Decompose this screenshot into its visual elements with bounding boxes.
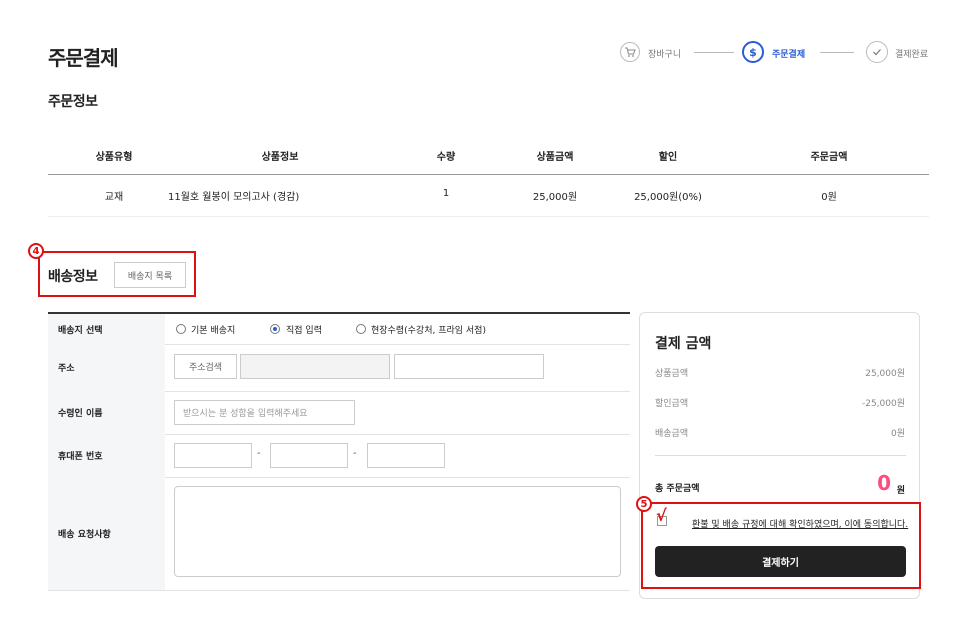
- phone-label: 휴대폰 번호: [48, 434, 165, 477]
- row-price: 25,000원: [532, 192, 578, 203]
- phone-field-1[interactable]: [174, 443, 252, 468]
- address-row: 주소 주소검색: [48, 344, 630, 392]
- phone-separator: -: [257, 448, 261, 459]
- request-row: 배송 요청사항: [48, 477, 630, 591]
- payment-divider: [655, 455, 906, 456]
- header-quantity: 수량: [436, 152, 456, 163]
- order-info-title: 주문정보: [48, 94, 98, 110]
- radio-pickup[interactable]: [356, 324, 366, 334]
- header-order-amount: 주문금액: [810, 152, 848, 163]
- check-icon: [866, 41, 888, 63]
- header-product-type: 상품유형: [95, 152, 133, 163]
- recipient-name-input[interactable]: 받으시는 분 성함을 입력해주세요: [174, 400, 355, 425]
- total-amount-label: 총 주문금액: [655, 484, 700, 494]
- payment-agree-highlight: [641, 502, 921, 589]
- row-quantity: 1: [442, 188, 450, 199]
- recipient-row: 수령인 이름 받으시는 분 성함을 입력해주세요: [48, 391, 630, 435]
- shipping-title: 배송정보: [48, 269, 98, 285]
- address-label: 주소: [48, 344, 165, 391]
- payment-title: 결제 금액: [655, 336, 712, 352]
- shipping-select-label: 배송지 선택: [48, 314, 165, 344]
- order-table-header: 상품유형 상품정보 수량 상품금액 할인 주문금액: [48, 138, 929, 175]
- row-product-type: 교재: [104, 192, 124, 203]
- step-cart-label: 장바구니: [648, 50, 682, 60]
- row-order-amount: 0원: [821, 192, 837, 203]
- shipping-amount-value: 0원: [890, 429, 905, 439]
- step-payment-label: 주문결제: [772, 50, 806, 60]
- shipping-select-row: 배송지 선택 기본 배송지 직접 입력 현장수령(수강처, 프라임 서점): [48, 314, 630, 345]
- product-amount-label: 상품금액: [655, 369, 689, 379]
- header-discount: 할인: [658, 152, 678, 163]
- step-divider: [820, 52, 854, 53]
- delivery-request-textarea[interactable]: [174, 486, 621, 577]
- table-row: 교재 11월호 월봉이 모의고사 (경감) 1 25,000원 25,000원(…: [48, 175, 929, 217]
- radio-pickup-label: 현장수령(수강처, 프라임 서점): [371, 326, 486, 336]
- header-price: 상품금액: [536, 152, 574, 163]
- phone-field-3[interactable]: [367, 443, 445, 468]
- annotation-badge-5: 5: [636, 496, 652, 512]
- total-amount-unit: 원: [896, 486, 905, 496]
- zipcode-field[interactable]: [240, 354, 390, 379]
- phone-row: 휴대폰 번호 - -: [48, 434, 630, 478]
- row-discount: 25,000원(0%): [634, 192, 702, 203]
- radio-direct-input[interactable]: [270, 324, 280, 334]
- discount-amount-label: 할인금액: [655, 399, 689, 409]
- phone-field-2[interactable]: [270, 443, 348, 468]
- address-detail-field[interactable]: [394, 354, 544, 379]
- dollar-icon: $: [742, 41, 764, 63]
- total-amount-value: 0: [877, 471, 891, 495]
- recipient-label: 수령인 이름: [48, 391, 165, 434]
- radio-default-address[interactable]: [176, 324, 186, 334]
- radio-direct-input-label: 직접 입력: [286, 326, 322, 336]
- discount-amount-value: -25,000원: [861, 399, 905, 409]
- product-amount-value: 25,000원: [865, 369, 905, 379]
- header-product-info: 상품정보: [261, 152, 299, 163]
- shipping-list-button[interactable]: 배송지 목록: [114, 262, 186, 288]
- shipping-amount-label: 배송금액: [655, 429, 689, 439]
- annotation-badge-4: 4: [28, 243, 44, 259]
- phone-separator: -: [353, 448, 357, 459]
- row-product-info: 11월호 월봉이 모의고사 (경감): [168, 192, 300, 203]
- order-steps: 장바구니 $ 주문결제 결제완료: [620, 40, 930, 64]
- address-search-button[interactable]: 주소검색: [174, 354, 237, 379]
- shipping-form: 배송지 선택 기본 배송지 직접 입력 현장수령(수강처, 프라임 서점) 주소…: [48, 312, 630, 592]
- radio-default-address-label: 기본 배송지: [191, 326, 236, 336]
- step-divider: [694, 52, 734, 53]
- request-label: 배송 요청사항: [48, 477, 165, 590]
- cart-icon: [620, 42, 640, 62]
- step-complete-label: 결제완료: [895, 50, 929, 60]
- page-title: 주문결제: [48, 46, 119, 70]
